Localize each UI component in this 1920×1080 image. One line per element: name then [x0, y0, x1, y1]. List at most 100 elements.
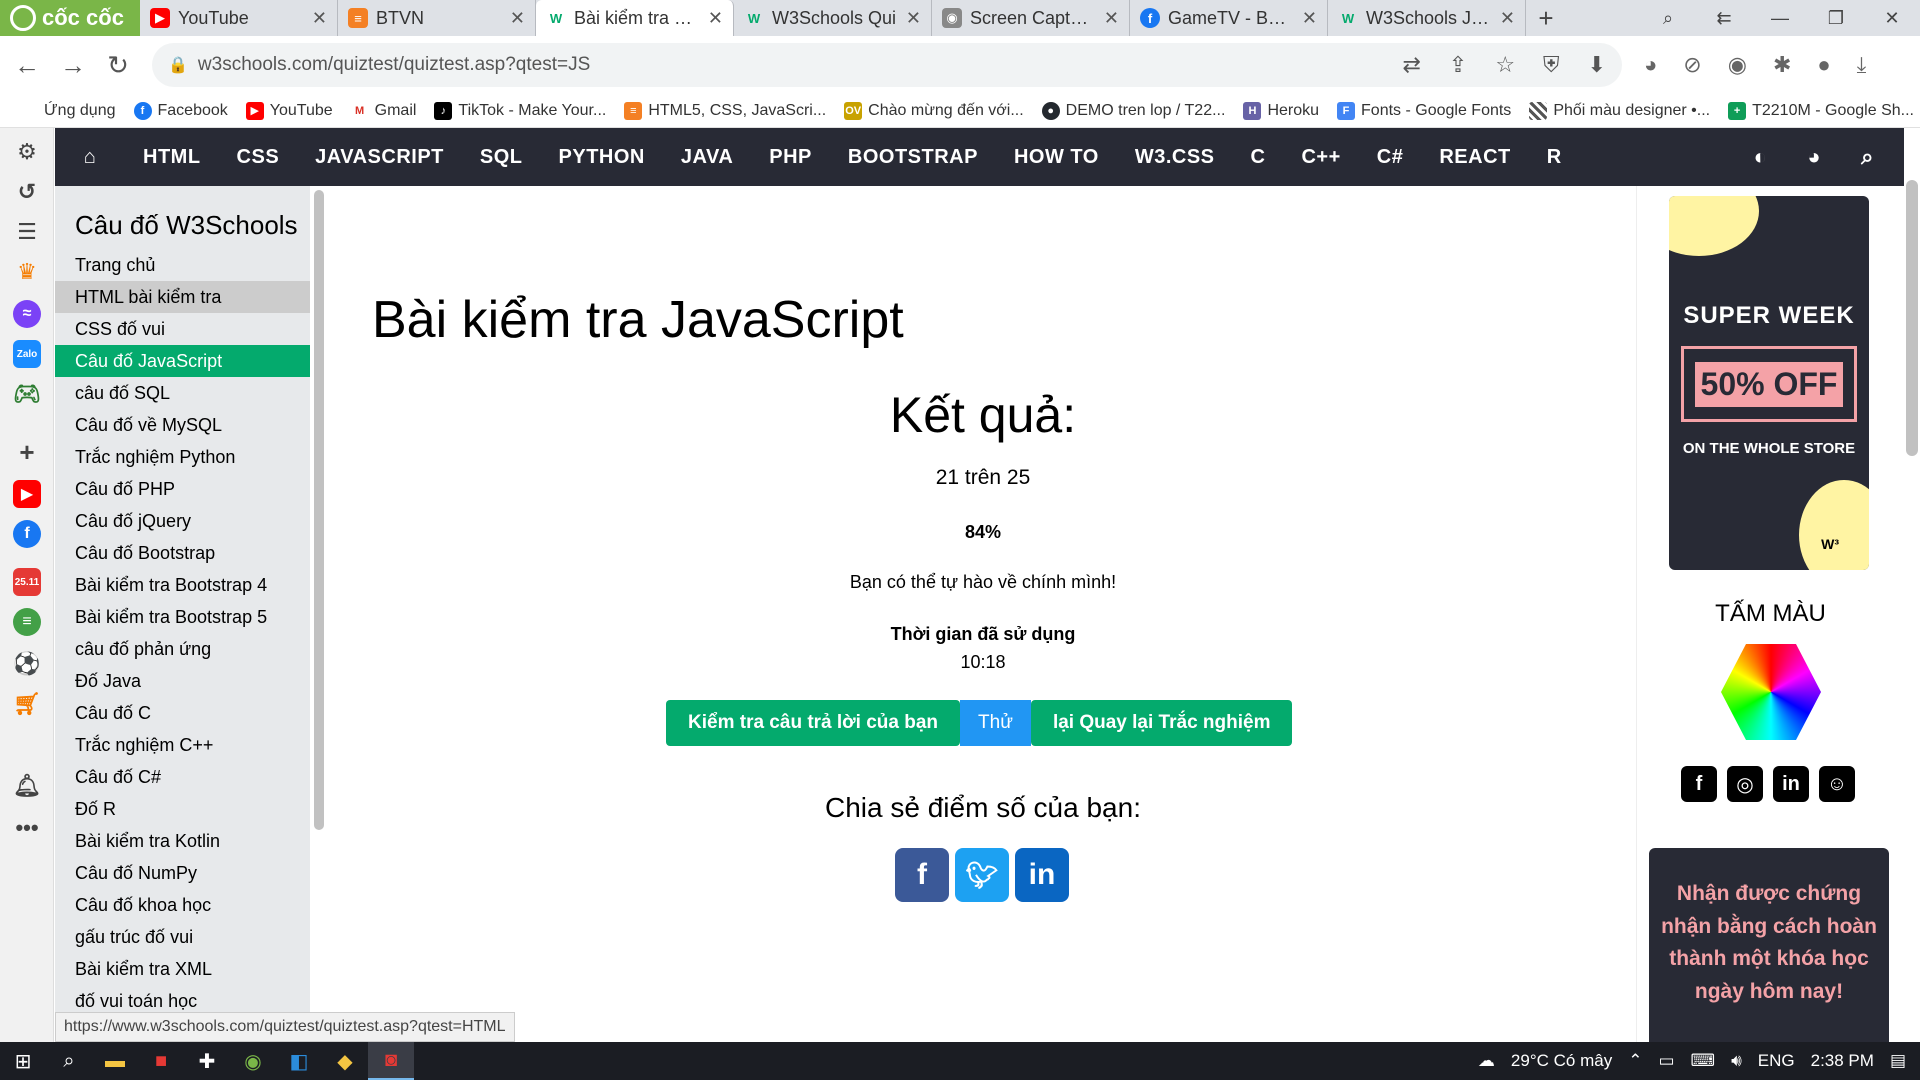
download-icon[interactable]: ⬇ — [1588, 52, 1606, 78]
coccoc-taskbar-icon[interactable]: ◉ — [230, 1042, 276, 1080]
language-globe-icon[interactable]: ◕ — [1807, 144, 1821, 170]
back-button[interactable]: ← — [14, 50, 40, 81]
browser-tab-active[interactable]: W Bài kiểm tra Jav ✕ — [536, 0, 734, 36]
calendar-sale-icon[interactable]: 25.11 — [13, 568, 41, 596]
sidebar-link[interactable]: Câu đố NumPy — [55, 857, 310, 889]
close-tab-icon[interactable]: ✕ — [312, 8, 327, 29]
facebook-icon[interactable]: f — [1681, 766, 1717, 802]
history-icon[interactable]: ↺ — [13, 178, 41, 206]
nav-java[interactable]: JAVA — [663, 146, 751, 169]
nav-howto[interactable]: HOW TO — [996, 146, 1117, 169]
bookmark-heroku[interactable]: H Heroku — [1243, 101, 1319, 120]
clock[interactable]: 2:38 PM — [1811, 1051, 1874, 1071]
more-options-icon[interactable]: ••• — [13, 814, 41, 842]
active-app-icon[interactable]: ◙ — [368, 1042, 414, 1080]
sidebar-link[interactable]: Bài kiểm tra Bootstrap 4 — [55, 569, 310, 601]
zalo-icon[interactable]: Zalo — [13, 340, 41, 368]
nav-w3css[interactable]: W3.CSS — [1117, 146, 1233, 169]
sidebar-link[interactable]: Câu đố JavaScript — [55, 345, 310, 377]
compass-icon[interactable]: ⊘ — [1683, 52, 1701, 78]
secure-lock-icon[interactable]: 🔒 — [168, 55, 188, 75]
sidebar-link[interactable]: Câu đố C# — [55, 761, 310, 793]
sidebar-link[interactable]: Câu đố về MySQL — [55, 409, 310, 441]
search-icon[interactable]: ⌕ — [1861, 144, 1874, 170]
file-explorer-icon[interactable]: ▬ — [92, 1042, 138, 1080]
share-icon[interactable]: ⇪ — [1449, 52, 1467, 78]
nav-sql[interactable]: SQL — [462, 146, 541, 169]
close-tab-icon[interactable]: ✕ — [708, 8, 723, 29]
facebook-icon[interactable]: f — [13, 520, 41, 548]
back-arrow-icon[interactable]: ⇇ — [1696, 0, 1752, 36]
url-text[interactable]: w3schools.com/quiztest/quiztest.asp?qtes… — [198, 54, 1393, 76]
bookmark-phoi-mau[interactable]: Phối màu designer •... — [1529, 101, 1710, 120]
sidebar-link[interactable]: Trắc nghiệm C++ — [55, 729, 310, 761]
instagram-icon[interactable]: ◎ — [1727, 766, 1763, 802]
certificate-promo[interactable]: Nhận được chứng nhận bằng cách hoàn thàn… — [1649, 848, 1889, 1048]
bookmark-facebook[interactable]: f Facebook — [133, 101, 228, 120]
nav-c[interactable]: C — [1233, 146, 1284, 169]
weather-text[interactable]: 29°C Có mây — [1511, 1051, 1612, 1071]
home-icon[interactable]: ⌂ — [55, 146, 125, 169]
app-puzzle-icon[interactable]: ✚ — [184, 1042, 230, 1080]
browser-tab-w3-quiz[interactable]: W W3Schools Qui ✕ — [734, 0, 932, 36]
tab-search-icon[interactable]: ⌕ — [1640, 0, 1696, 36]
puzzle-extensions-icon[interactable]: ✱ — [1773, 52, 1791, 78]
sidebar-link[interactable]: Đố R — [55, 793, 310, 825]
downloads-icon[interactable]: ⤓ — [1857, 52, 1867, 78]
sidebar-link[interactable]: Câu đố jQuery — [55, 505, 310, 537]
color-palette-icon[interactable] — [1721, 644, 1821, 740]
linkedin-share-icon[interactable]: in — [1015, 848, 1069, 902]
bookmark-google-fonts[interactable]: F Fonts - Google Fonts — [1337, 101, 1511, 120]
bookmark-github-demo[interactable]: ● DEMO tren lop / T22... — [1041, 101, 1225, 120]
windows-start-icon[interactable]: ⊞ — [0, 1042, 46, 1080]
new-tab-button[interactable]: + — [1526, 0, 1566, 36]
gamepad-icon[interactable]: 🎮︎ — [13, 380, 41, 408]
bookmark-gmail[interactable]: M Gmail — [350, 101, 416, 120]
coccoc-menu-button[interactable]: cốc cốc — [0, 0, 140, 36]
shield-icon[interactable]: ⛨ — [1543, 52, 1560, 78]
sidebar-link[interactable]: Câu đố khoa học — [55, 889, 310, 921]
webstorm-icon[interactable]: ◧ — [276, 1042, 322, 1080]
browser-tab-youtube[interactable]: ▶ YouTube ✕ — [140, 0, 338, 36]
sidebar-link[interactable]: Câu đố Bootstrap — [55, 537, 310, 569]
extension-globe-icon[interactable]: ◕ — [1644, 52, 1657, 78]
crown-icon[interactable]: ♛ — [13, 258, 41, 286]
sidebar-link[interactable]: gấu trúc đố vui — [55, 921, 310, 953]
bookmark-youtube[interactable]: ▶ YouTube — [245, 101, 333, 120]
sidebar-link[interactable]: câu đố phản ứng — [55, 633, 310, 665]
search-icon[interactable]: ⌕ — [46, 1042, 92, 1080]
shopping-icon[interactable]: 🛒︎ — [13, 690, 41, 718]
battery-icon[interactable]: ▭ — [1658, 1051, 1674, 1071]
try-again-button[interactable]: Thử — [960, 700, 1031, 746]
add-panel-icon[interactable]: + — [13, 437, 41, 467]
nav-python[interactable]: PYTHON — [541, 146, 663, 169]
football-icon[interactable]: ⚽ — [13, 650, 41, 678]
close-tab-icon[interactable]: ✕ — [1104, 8, 1119, 29]
camera-icon[interactable]: ◉ — [1728, 52, 1747, 78]
notification-bell-icon[interactable]: 🔔︎ — [13, 772, 41, 800]
profile-avatar[interactable]: ● — [1817, 52, 1830, 78]
facebook-share-icon[interactable]: f — [895, 848, 949, 902]
sidebar-link[interactable]: CSS đố vui — [55, 313, 310, 345]
notification-icon[interactable]: ▤ — [1890, 1051, 1906, 1071]
nav-css[interactable]: CSS — [219, 146, 298, 169]
dark-mode-toggle-icon[interactable]: ◐ — [1754, 144, 1768, 170]
youtube-icon[interactable]: ▶ — [13, 480, 41, 508]
forward-button[interactable]: → — [60, 50, 86, 81]
sidebar-link[interactable]: Bài kiểm tra XML — [55, 953, 310, 985]
messenger-icon[interactable]: ≈ — [13, 300, 41, 328]
address-bar[interactable]: 🔒 w3schools.com/quiztest/quiztest.asp?qt… — [152, 43, 1622, 87]
maximize-button[interactable]: ❐ — [1808, 0, 1864, 36]
back-to-quiz-button[interactable]: lại Quay lại Trắc nghiệm — [1030, 700, 1293, 746]
translate-icon[interactable]: ⇄ — [1402, 52, 1420, 78]
reading-list-icon[interactable]: ☰ — [13, 218, 41, 246]
close-tab-icon[interactable]: ✕ — [1500, 8, 1515, 29]
sidebar-scrollbar[interactable] — [314, 190, 324, 830]
twitter-share-icon[interactable]: 🐦︎ — [955, 848, 1009, 902]
reload-button[interactable]: ↻ — [106, 50, 130, 81]
super-week-ad[interactable]: SUPER WEEK 50% OFF ON THE WHOLE STORE W³ — [1669, 196, 1869, 570]
close-window-button[interactable]: ✕ — [1864, 0, 1920, 36]
network-icon[interactable]: ⌨ — [1691, 1051, 1716, 1071]
sidebar-link[interactable]: HTML bài kiểm tra — [55, 281, 310, 313]
bookmark-tiktok[interactable]: ♪ TikTok - Make Your... — [434, 101, 606, 120]
